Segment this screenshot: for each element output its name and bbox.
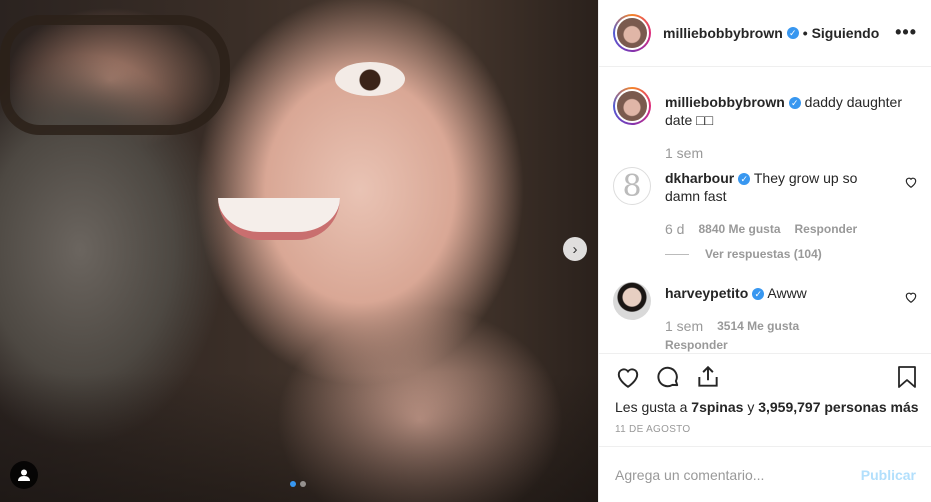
verified-icon: ✓ [786, 27, 799, 39]
sunglasses-shape [0, 15, 230, 135]
comment-item: 8 dkharbour ✓ They grow up so damn fast 6… [613, 167, 918, 261]
tagged-users-button[interactable] [10, 461, 38, 489]
caption-avatar[interactable] [613, 87, 651, 125]
likes-summary: Les gusta a 7spinas y 3,959,797 personas… [615, 399, 919, 415]
verified-icon: ✓ [738, 173, 751, 186]
comment-text: Awww [767, 285, 807, 301]
heart-icon[interactable] [615, 364, 641, 390]
verified-icon: ✓ [788, 97, 801, 110]
avatar[interactable] [613, 14, 651, 52]
likes-connector: y [747, 399, 755, 415]
reply-button[interactable]: Responder [665, 338, 728, 352]
post-sidebar: milliebobbybrown ✓ • Siguiendo ••• milli… [598, 0, 931, 502]
next-slide-button[interactable]: › [563, 237, 587, 261]
following-button[interactable]: Siguiendo [812, 25, 880, 41]
comment-username[interactable]: harveypetito [665, 285, 748, 301]
likes-prefix: Les gusta a [615, 399, 688, 415]
caption: milliebobbybrown ✓ daddy daughter date □□… [613, 87, 918, 161]
caption-username[interactable]: milliebobbybrown [665, 94, 785, 110]
add-comment-bar: Agrega un comentario... Publicar [599, 446, 931, 502]
comment-time[interactable]: 6 d [665, 221, 684, 237]
like-comment-icon[interactable] [904, 290, 918, 304]
likes-count[interactable]: 3,959,797 personas más [758, 399, 918, 415]
eye-shape [335, 62, 405, 96]
comment-item: harveypetito ✓ Awww 1 sem 3514 Me gusta R… [613, 282, 918, 352]
replies-line [665, 253, 689, 255]
comment-icon[interactable] [655, 364, 681, 390]
commenter-avatar[interactable]: 8 [613, 167, 651, 205]
post-photo[interactable]: › [0, 0, 598, 502]
verified-icon: ✓ [752, 288, 765, 301]
more-options-icon[interactable]: ••• [895, 22, 917, 43]
post-date[interactable]: 11 DE AGOSTO [615, 424, 690, 435]
action-bar [599, 353, 931, 401]
publish-button[interactable]: Publicar [861, 467, 916, 483]
view-replies-label: Ver respuestas (104) [705, 247, 822, 261]
header-username[interactable]: milliebobbybrown [663, 25, 783, 41]
carousel-dot-active [290, 481, 296, 487]
commenter-avatar[interactable] [613, 282, 651, 320]
share-icon[interactable] [695, 364, 721, 390]
comment-likes[interactable]: 3514 Me gusta [717, 319, 799, 333]
chevron-right-icon: › [572, 240, 578, 258]
bookmark-icon[interactable] [895, 364, 919, 390]
carousel-dot [300, 481, 306, 487]
comment-likes[interactable]: 8840 Me gusta [698, 222, 780, 236]
like-comment-icon[interactable] [904, 175, 918, 189]
post-header: milliebobbybrown ✓ • Siguiendo ••• [599, 0, 931, 67]
comment-input[interactable]: Agrega un comentario... [615, 467, 861, 483]
comments-list[interactable]: milliebobbybrown ✓ daddy daughter date □□… [599, 68, 931, 352]
dot-separator: • [802, 25, 808, 41]
liked-by-user[interactable]: 7spinas [691, 399, 743, 415]
reply-button[interactable]: Responder [795, 222, 858, 236]
comment-time[interactable]: 1 sem [665, 318, 703, 334]
follow-status: • Siguiendo [803, 25, 879, 41]
comment-username[interactable]: dkharbour [665, 170, 734, 186]
view-replies-button[interactable]: Ver respuestas (104) [665, 247, 918, 261]
smile-shape [218, 198, 340, 240]
carousel-indicator [290, 481, 306, 487]
user-icon [18, 469, 30, 481]
caption-time[interactable]: 1 sem [665, 145, 703, 161]
